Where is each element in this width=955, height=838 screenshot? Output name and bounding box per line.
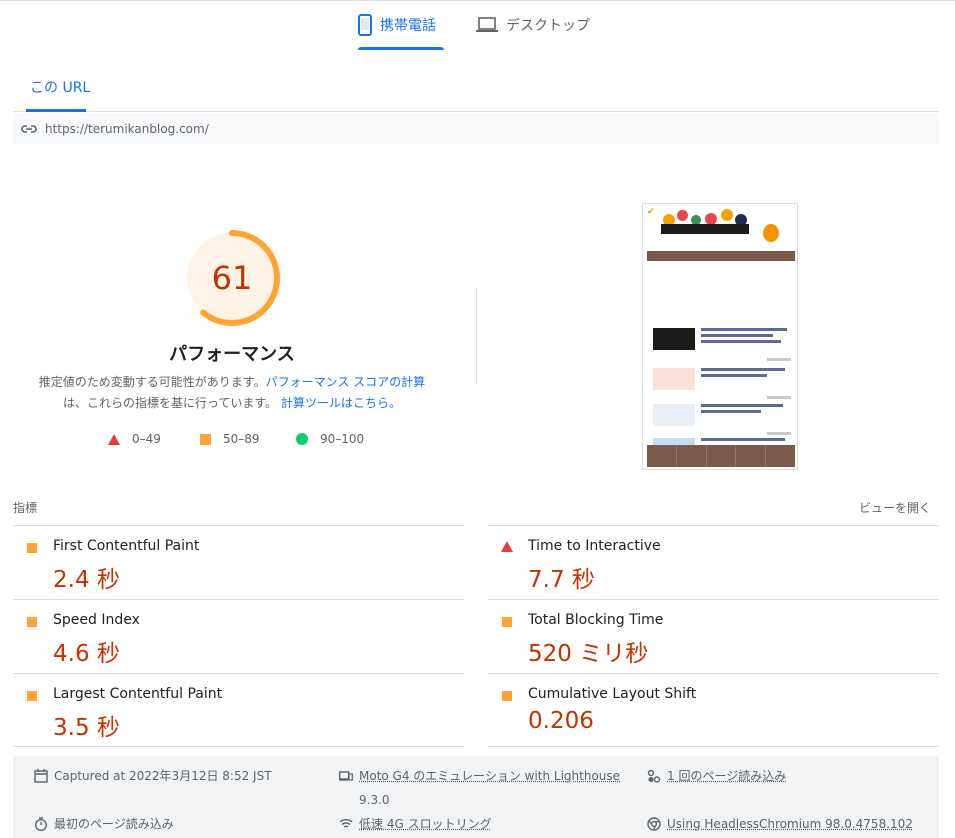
average-square-icon [27, 617, 37, 627]
desc-text-2: は、これらの指標を基に行っています。 [62, 396, 278, 410]
calculator-link[interactable]: 計算ツールはこちら。 [281, 396, 401, 410]
site-logo [661, 224, 749, 234]
tab-desktop[interactable]: デスクトップ [476, 0, 606, 50]
logo-dot [721, 209, 733, 221]
metric-tbt: Total Blocking Time 520 ミリ秒 [488, 599, 939, 673]
tab-desktop-label: デスクトップ [506, 18, 590, 34]
metrics-header: 指標 ビューを開く [13, 499, 939, 515]
metric-value: 0.206 [528, 708, 594, 734]
metric-name: Cumulative Layout Shift [528, 686, 697, 702]
legend-average-label: 50–89 [223, 432, 260, 446]
info-throttling: 低速 4G スロットリング [339, 817, 492, 836]
tab-mobile[interactable]: 携帯電話 [358, 0, 444, 50]
metric-name: Largest Contentful Paint [53, 686, 223, 702]
metric-fcp: First Contentful Paint 2.4 秒 [13, 525, 464, 599]
link-icon [21, 124, 37, 133]
average-square-icon [200, 433, 211, 445]
legend-pass: 90–100 [296, 432, 364, 446]
metrics-title: 指標 [13, 501, 38, 515]
metrics-column-left: First Contentful Paint 2.4 秒 Speed Index… [13, 525, 464, 747]
fail-triangle-icon [501, 541, 513, 552]
legend-average: 50–89 [200, 432, 260, 446]
expand-view-button[interactable]: ビューを開く [859, 499, 931, 516]
legend-fail: 0–49 [108, 432, 161, 446]
tab-this-url[interactable]: この URL [30, 77, 90, 97]
metric-value: 3.5 秒 [53, 715, 120, 741]
tested-url: https://terumikanblog.com/ [45, 121, 209, 136]
metric-value: 520 ミリ秒 [528, 641, 649, 667]
browser-version[interactable]: Using HeadlessChromium 98.0.4758.102 wit… [667, 812, 939, 838]
section-divider [476, 288, 477, 384]
average-square-icon [27, 543, 37, 553]
network-icon [339, 819, 353, 828]
devices-icon [339, 771, 353, 781]
metric-value: 4.6 秒 [53, 641, 120, 667]
desktop-icon [476, 17, 498, 32]
calendar-icon [34, 769, 48, 783]
info-device: Moto G4 のエミュレーション with Lighthouse 9.3.0 [339, 769, 620, 812]
final-screenshot[interactable]: ✔ [642, 203, 798, 470]
initial-load-label: 最初のページ読み込み [54, 817, 174, 831]
desc-text-1: 推定値のため変動する可能性があります。 [38, 375, 266, 389]
mobile-phone-icon [358, 14, 372, 36]
tab-mobile-label: 携帯電話 [380, 18, 436, 34]
timer-icon [35, 817, 47, 831]
performance-gauge: 61 [183, 229, 281, 327]
metric-name: Speed Index [53, 612, 140, 628]
info-page-loads: 1 回のページ読み込み [647, 769, 786, 788]
metric-name: First Contentful Paint [53, 538, 200, 554]
info-browser: Using HeadlessChromium 98.0.4758.102 wit… [647, 817, 939, 838]
throttling-setting[interactable]: 低速 4G スロットリング [359, 812, 492, 836]
site-footer-nav [647, 445, 795, 467]
page-load-count[interactable]: 1 回のページ読み込み [667, 764, 786, 788]
gauge-description: 推定値のため変動する可能性があります。パフォーマンス スコアの計算は、これらの指… [30, 372, 434, 414]
score-legend: 0–49 50–89 90–100 [0, 432, 464, 448]
emulated-device[interactable]: Moto G4 のエミュレーション with Lighthouse [359, 769, 620, 783]
tab-active-indicator [358, 47, 444, 50]
metric-speed-index: Speed Index 4.6 秒 [13, 599, 464, 673]
info-initial-load: 最初のページ読み込み [34, 817, 174, 836]
performance-score: 61 [211, 259, 253, 297]
check-mark-icon: ✔ [647, 207, 655, 217]
pass-circle-icon [296, 433, 308, 445]
metric-name: Total Blocking Time [528, 612, 664, 628]
metric-lcp: Largest Contentful Paint 3.5 秒 [13, 673, 464, 747]
average-square-icon [27, 691, 37, 701]
site-nav [647, 251, 795, 261]
device-tabs: 携帯電話 デスクトップ [0, 0, 955, 52]
page-loads-icon [647, 769, 661, 783]
info-captured: Captured at 2022年3月12日 8:52 JST [34, 769, 272, 788]
legend-pass-label: 90–100 [320, 432, 365, 446]
metric-value: 2.4 秒 [53, 567, 120, 593]
logo-dot [677, 210, 688, 221]
tab-url-indicator [26, 109, 86, 112]
runtime-info: Captured at 2022年3月12日 8:52 JST Moto G4 … [13, 756, 939, 838]
metric-tti: Time to Interactive 7.7 秒 [488, 525, 939, 599]
legend-fail-label: 0–49 [132, 432, 161, 446]
metric-cls: Cumulative Layout Shift 0.206 [488, 673, 939, 747]
chrome-icon [647, 817, 661, 831]
gauge-title: パフォーマンス [169, 344, 295, 365]
lighthouse-version: 9.3.0 [359, 793, 390, 807]
url-bar: https://terumikanblog.com/ [13, 113, 939, 144]
metric-value: 7.7 秒 [528, 567, 595, 593]
metrics-column-right: Time to Interactive 7.7 秒 Total Blocking… [488, 525, 939, 747]
score-calc-link[interactable]: パフォーマンス スコアの計算 [266, 375, 426, 389]
average-square-icon [502, 617, 512, 627]
metric-name: Time to Interactive [528, 538, 661, 554]
captured-time: Captured at 2022年3月12日 8:52 JST [54, 769, 272, 783]
mascot-icon [763, 224, 779, 242]
average-square-icon [502, 691, 512, 701]
fail-triangle-icon [108, 433, 120, 445]
url-tabs: この URL [13, 66, 939, 112]
